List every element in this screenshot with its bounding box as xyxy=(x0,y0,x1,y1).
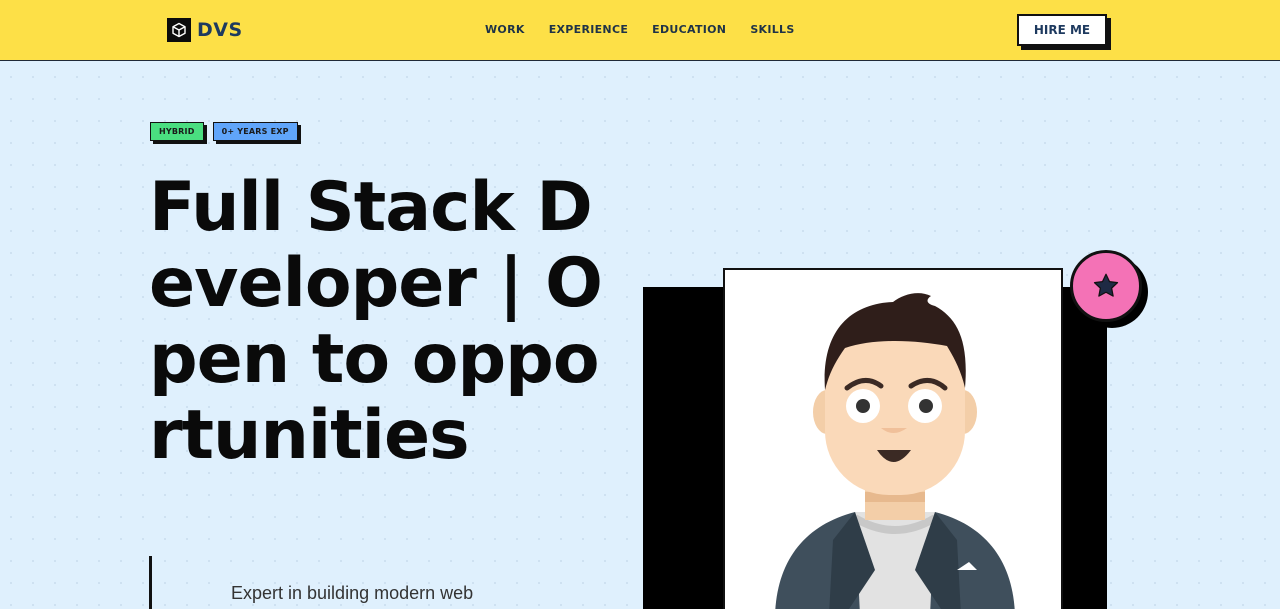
brand-logo[interactable]: DVS xyxy=(167,18,243,42)
brand-name: DVS xyxy=(197,19,243,41)
description-accent-bar xyxy=(149,556,152,609)
hero-description: Expert in building modern web xyxy=(231,583,474,603)
nav-link-work[interactable]: WORK xyxy=(485,23,525,36)
hire-me-button[interactable]: HIRE ME xyxy=(1017,14,1107,46)
nav-link-skills[interactable]: SKILLS xyxy=(750,23,794,36)
nav-link-experience[interactable]: EXPERIENCE xyxy=(549,23,628,36)
avatar-illustration xyxy=(775,293,1015,609)
hero-badges: HYBRID 0+ YEARS EXP xyxy=(150,122,298,141)
cube-icon xyxy=(167,18,191,42)
nav-menu: WORK EXPERIENCE EDUCATION SKILLS xyxy=(485,23,819,36)
badge-hybrid: HYBRID xyxy=(150,122,204,141)
avatar-card xyxy=(723,268,1063,609)
badge-years-exp: 0+ YEARS EXP xyxy=(212,122,298,141)
hero-title: Full Stack Developer | Open to opportuni… xyxy=(149,168,603,475)
nav-link-education[interactable]: EDUCATION xyxy=(652,23,726,36)
navbar: DVS WORK EXPERIENCE EDUCATION SKILLS HIR… xyxy=(0,0,1280,61)
star-badge xyxy=(1070,250,1142,322)
star-icon xyxy=(1093,273,1119,297)
